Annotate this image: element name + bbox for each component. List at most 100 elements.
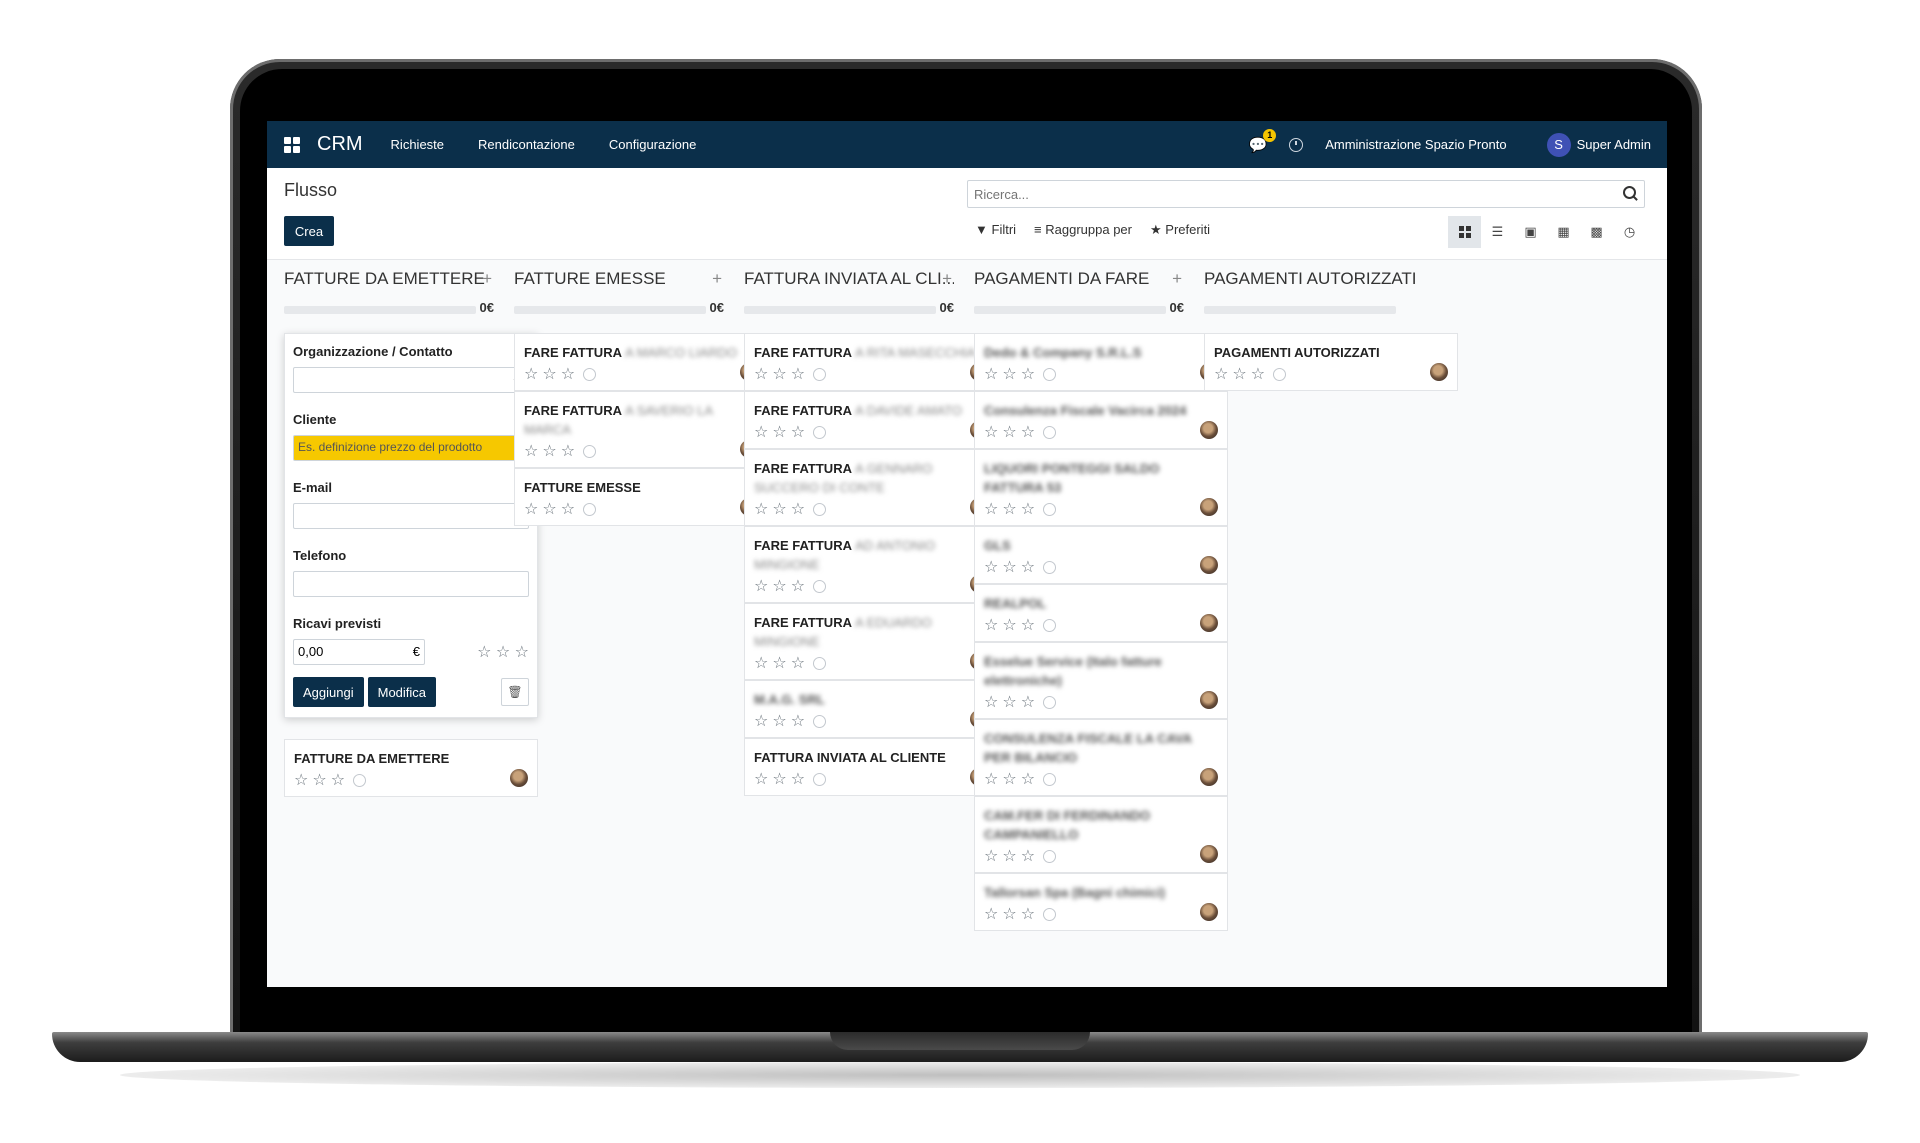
pivot-view-button[interactable]: ▦	[1547, 216, 1580, 248]
priority-stars[interactable]: ☆ ☆ ☆	[754, 577, 988, 595]
activity-clock-icon[interactable]	[1043, 618, 1057, 632]
chat-icon[interactable]: 💬 1	[1249, 128, 1277, 154]
star-icon[interactable]: ☆	[294, 770, 308, 790]
kanban-card[interactable]: FARE FATTURA A RITA MASECCHIA ☆ ☆ ☆	[744, 333, 998, 391]
email-field[interactable]	[293, 503, 529, 529]
activity-clock-icon[interactable]	[1043, 907, 1057, 921]
activity-clock-icon[interactable]	[813, 772, 827, 786]
activity-clock-icon[interactable]	[1289, 137, 1304, 152]
star-icon[interactable]: ☆	[984, 499, 998, 519]
star-icon[interactable]: ☆	[561, 499, 575, 519]
star-icon[interactable]: ☆	[561, 441, 575, 461]
priority-stars[interactable]: ☆ ☆ ☆	[984, 616, 1218, 634]
kanban-card[interactable]: Tallorsan Spa (Bagni chimici) ☆ ☆ ☆	[974, 873, 1228, 931]
priority-stars[interactable]: ☆ ☆ ☆	[984, 365, 1218, 383]
star-icon[interactable]: ☆	[754, 364, 768, 384]
add-card-plus-icon[interactable]: +	[712, 269, 722, 289]
kanban-card[interactable]: FARE FATTURA A SAVERIO LA MARCA ☆ ☆ ☆	[514, 391, 768, 468]
phone-field[interactable]	[293, 571, 529, 597]
activity-clock-icon[interactable]	[813, 367, 827, 381]
filters-button[interactable]: ▼ Filtri	[975, 222, 1016, 238]
kanban-view-button[interactable]	[1448, 216, 1481, 248]
column-header[interactable]: FATTURA INVIATA AL CLI... +	[744, 269, 954, 295]
graph-view-button[interactable]: ▩	[1580, 216, 1613, 248]
star-icon[interactable]: ☆	[772, 576, 786, 596]
star-icon[interactable]: ☆	[542, 499, 556, 519]
groupby-button[interactable]: ≡ Raggruppa per	[1034, 222, 1132, 238]
app-brand[interactable]: CRM	[317, 133, 363, 156]
star-icon[interactable]: ☆	[984, 615, 998, 635]
user-name[interactable]: Super Admin	[1577, 137, 1651, 152]
org-contact-select[interactable]	[293, 367, 529, 393]
activity-clock-icon[interactable]	[1043, 849, 1057, 863]
kanban-card[interactable]: CAM.FER DI FERDINANDO CAMPANIELLO ☆ ☆ ☆	[974, 796, 1228, 873]
star-icon[interactable]: ☆	[791, 422, 805, 442]
kanban-card[interactable]: CONSULENZA FISCALE LA CAVA PER BILANCIO ☆…	[974, 719, 1228, 796]
kanban-card[interactable]: M.A.G. SRL ☆ ☆ ☆	[744, 680, 998, 738]
star-icon[interactable]: ☆	[1002, 692, 1016, 712]
list-view-button[interactable]: ☰	[1481, 216, 1514, 248]
add-card-plus-icon[interactable]: +	[1172, 269, 1182, 289]
star-icon[interactable]: ☆	[1002, 769, 1016, 789]
star-icon[interactable]: ☆	[524, 441, 538, 461]
menu-configurazione[interactable]: Configurazione	[609, 137, 696, 152]
priority-stars[interactable]: ☆ ☆ ☆	[754, 654, 988, 672]
star-icon[interactable]: ☆	[772, 499, 786, 519]
star-icon[interactable]: ☆	[1021, 904, 1035, 924]
star-icon[interactable]: ☆	[331, 770, 345, 790]
star-icon[interactable]: ☆	[772, 653, 786, 673]
kanban-card[interactable]: FARE FATTURA A GENNARO SUCCERO DI CONTE ☆…	[744, 449, 998, 526]
add-button[interactable]: Aggiungi	[293, 677, 364, 707]
kanban-card[interactable]: REALPOL ☆ ☆ ☆	[974, 584, 1228, 642]
star-icon[interactable]: ☆	[984, 692, 998, 712]
star-icon[interactable]: ☆	[561, 364, 575, 384]
activity-clock-icon[interactable]	[813, 425, 827, 439]
priority-stars[interactable]: ☆ ☆ ☆	[524, 442, 758, 460]
priority-stars[interactable]: ☆ ☆ ☆	[984, 693, 1218, 711]
kanban-card[interactable]: FATTURE EMESSE ☆ ☆ ☆	[514, 468, 768, 526]
priority-stars[interactable]: ☆ ☆ ☆	[754, 365, 988, 383]
star-icon[interactable]: ☆	[791, 499, 805, 519]
star-icon[interactable]: ☆	[1232, 364, 1246, 384]
column-header[interactable]: PAGAMENTI DA FARE +	[974, 269, 1184, 295]
star-icon[interactable]: ☆	[524, 499, 538, 519]
activity-clock-icon[interactable]	[1043, 502, 1057, 516]
star-icon[interactable]: ☆	[791, 769, 805, 789]
priority-stars[interactable]: ☆ ☆ ☆	[984, 500, 1218, 518]
star-icon[interactable]: ☆	[754, 499, 768, 519]
priority-stars[interactable]: ☆ ☆ ☆	[984, 905, 1218, 923]
activity-clock-icon[interactable]	[813, 579, 827, 593]
edit-button[interactable]: Modifica	[367, 677, 437, 707]
kanban-card[interactable]: FATTURE DA EMETTERE ☆ ☆ ☆	[284, 739, 538, 797]
activity-clock-icon[interactable]	[813, 656, 827, 670]
apps-grid-icon[interactable]	[284, 136, 300, 153]
priority-stars[interactable]: ☆ ☆ ☆	[984, 558, 1218, 576]
kanban-card[interactable]: FARE FATTURA A DAVIDE AMATO ☆ ☆ ☆	[744, 391, 998, 449]
company-switcher[interactable]: Amministrazione Spazio Pronto	[1325, 137, 1506, 152]
star-icon[interactable]: ☆	[791, 364, 805, 384]
kanban-card[interactable]: PAGAMENTI AUTORIZZATI ☆ ☆ ☆	[1204, 333, 1458, 391]
search-input[interactable]	[972, 181, 1576, 207]
star-icon[interactable]: ☆	[754, 769, 768, 789]
activity-clock-icon[interactable]	[813, 502, 827, 516]
star-icon[interactable]: ☆	[1214, 364, 1228, 384]
star-icon[interactable]: ☆	[772, 711, 786, 731]
activity-clock-icon[interactable]	[583, 502, 597, 516]
activity-clock-icon[interactable]	[1043, 367, 1057, 381]
trash-icon[interactable]: 🗑	[501, 678, 529, 706]
star-icon[interactable]: ☆	[1021, 557, 1035, 577]
star-icon[interactable]: ☆	[791, 711, 805, 731]
priority-stars[interactable]: ☆ ☆ ☆	[984, 847, 1218, 865]
star-icon[interactable]: ☆	[984, 422, 998, 442]
priority-stars[interactable]: ☆ ☆ ☆	[754, 712, 988, 730]
star-icon[interactable]: ☆	[772, 422, 786, 442]
star-icon[interactable]: ☆	[754, 711, 768, 731]
priority-stars[interactable]: ☆ ☆ ☆	[524, 500, 758, 518]
star-icon[interactable]: ☆	[1021, 692, 1035, 712]
star-icon[interactable]: ☆	[984, 557, 998, 577]
activity-clock-icon[interactable]	[1043, 425, 1057, 439]
kanban-card[interactable]: FATTURA INVIATA AL CLIENTE ☆ ☆ ☆	[744, 738, 998, 796]
priority-stars[interactable]: ☆ ☆ ☆	[754, 423, 988, 441]
star-icon[interactable]: ☆	[791, 576, 805, 596]
create-button[interactable]: Crea	[284, 216, 334, 246]
